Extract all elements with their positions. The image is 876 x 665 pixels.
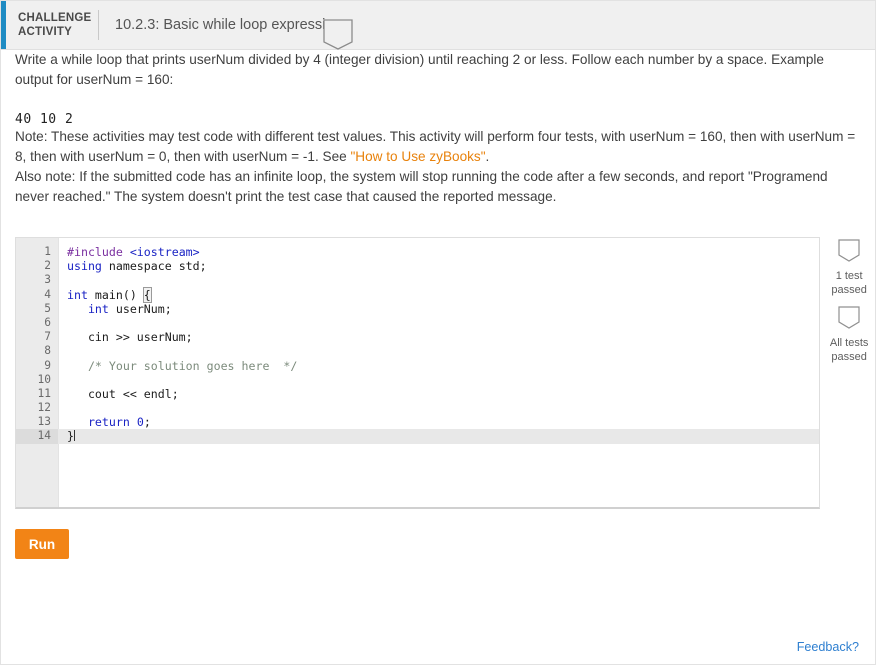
code-editor[interactable]: 1 #include <iostream> 2 using namespace std…	[15, 237, 821, 509]
run-button[interactable]: Run	[15, 529, 69, 559]
code-text[interactable]: using namespace std;	[58, 259, 207, 273]
test-result-label-line2: passed	[831, 284, 867, 296]
line-number: 3	[44, 273, 51, 287]
line-number: 7	[44, 330, 51, 344]
code-token: /* Your solution goes here */	[87, 358, 298, 373]
line-number: 9	[44, 358, 51, 372]
code-line[interactable]: 11 cout << endl;	[16, 387, 819, 401]
editor-row: 1 #include <iostream> 2 using namespace std…	[1, 237, 875, 509]
note-suffix-text: .	[485, 149, 490, 164]
code-token: namespace std;	[108, 259, 207, 274]
code-line[interactable]: 7 cin >> userNum;	[16, 330, 819, 344]
code-line[interactable]: 4 int main() {	[16, 286, 819, 303]
activity-header: CHALLENGE ACTIVITY 10.2.3: Basic while l…	[1, 1, 875, 50]
line-number: 8	[44, 344, 51, 358]
test-result-label-line2: passed	[831, 351, 867, 363]
code-token: cin >> userNum;	[67, 330, 193, 345]
code-line[interactable]: 6	[16, 316, 819, 330]
code-token: <iostream>	[129, 245, 200, 259]
header-divider	[98, 10, 99, 40]
instructions-content: Write a while loop that prints userNum d…	[1, 50, 875, 207]
challenge-activity-page: CHALLENGE ACTIVITY 10.2.3: Basic while l…	[0, 0, 876, 665]
line-number: 6	[44, 315, 51, 329]
code-line[interactable]: 14}	[16, 429, 820, 444]
instruction-note: Note: These activities may test code wit…	[15, 127, 861, 167]
line-number: 2	[44, 259, 51, 273]
code-token: int	[67, 287, 95, 302]
code-token: cout << endl;	[67, 386, 179, 401]
code-text[interactable]: cout << endl;	[58, 387, 179, 401]
code-text[interactable]: int main() {	[58, 286, 152, 303]
line-number: 14	[16, 429, 58, 444]
test-result-item[interactable]: 1 test passed	[823, 239, 875, 297]
code-text[interactable]	[58, 401, 67, 415]
code-text[interactable]: cin >> userNum;	[58, 330, 193, 344]
code-line[interactable]: 1 #include <iostream>	[16, 245, 819, 259]
activity-title: 10.2.3: Basic while loop expression.	[115, 17, 346, 33]
code-line[interactable]: 13 return 0;	[16, 415, 819, 429]
code-token: ;	[143, 415, 151, 430]
code-token: using	[67, 259, 109, 274]
code-text[interactable]	[58, 316, 67, 330]
header-accent-bar	[1, 1, 6, 49]
activity-type-label: CHALLENGE ACTIVITY	[18, 11, 92, 39]
instruction-also-note: Also note: If the submitted code has an …	[15, 169, 828, 204]
instruction-paragraph-1: Write a while loop that prints userNum d…	[15, 52, 824, 87]
code-token: }	[67, 429, 74, 444]
code-text[interactable]	[58, 373, 67, 387]
how-to-use-zybooks-link[interactable]: "How to Use zyBooks"	[350, 149, 485, 164]
code-line[interactable]: 12	[16, 401, 819, 415]
activity-type-line1: CHALLENGE	[18, 12, 92, 24]
text-caret	[73, 430, 75, 442]
pennant-icon	[838, 306, 860, 329]
code-line[interactable]: 5 int userNum;	[16, 302, 819, 316]
code-text[interactable]: /* Your solution goes here */	[58, 359, 297, 373]
code-text[interactable]: #include <iostream>	[58, 245, 200, 259]
code-lines-container[interactable]: 1 #include <iostream> 2 using namespace std…	[16, 238, 820, 444]
activity-type-line2: ACTIVITY	[18, 26, 72, 38]
code-line[interactable]: 2 using namespace std;	[16, 259, 819, 273]
code-line[interactable]: 8	[16, 344, 819, 358]
line-number: 11	[37, 386, 51, 400]
sample-output-text: 40 10 2	[15, 112, 74, 127]
code-text[interactable]	[58, 273, 67, 287]
code-line[interactable]: 10	[16, 373, 819, 387]
code-token: {	[142, 286, 152, 303]
test-result-item[interactable]: All tests passed	[823, 306, 875, 364]
code-token: userNum;	[115, 301, 172, 316]
line-number: 12	[37, 401, 51, 415]
code-text[interactable]: }	[58, 429, 75, 443]
code-text[interactable]: int userNum;	[58, 302, 172, 316]
code-line[interactable]: 9 /* Your solution goes here */	[16, 359, 819, 373]
line-number: 13	[37, 415, 51, 429]
code-token: #include	[67, 245, 130, 259]
pennant-icon	[322, 18, 353, 50]
line-number: 5	[44, 301, 51, 315]
code-line[interactable]: 3	[16, 273, 819, 287]
test-results-panel: 1 test passed All tests passed	[823, 237, 875, 509]
code-token: 0	[136, 415, 144, 430]
pennant-icon	[838, 239, 860, 262]
line-number: 4	[44, 287, 51, 301]
code-token: int	[87, 301, 116, 316]
feedback-link[interactable]: Feedback?	[797, 640, 859, 654]
line-number: 1	[44, 245, 51, 258]
code-token: main()	[94, 287, 144, 302]
line-number: 10	[37, 372, 51, 386]
code-text[interactable]	[58, 344, 67, 358]
test-result-label-line1: 1 test	[835, 270, 863, 282]
test-result-label-line1: All tests	[829, 337, 869, 349]
code-token: return	[87, 415, 137, 430]
code-text[interactable]: return 0;	[58, 415, 151, 429]
